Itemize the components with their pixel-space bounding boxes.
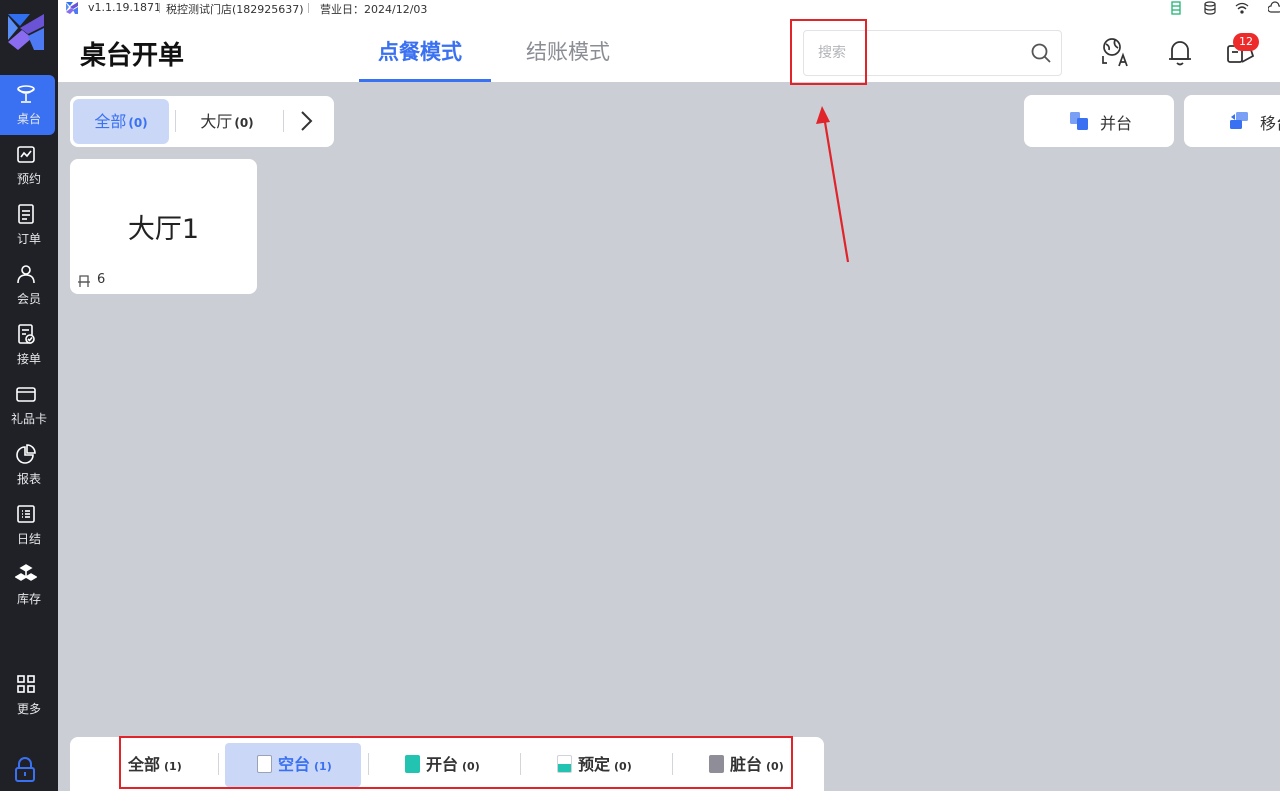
area-tab-label: 全部	[94, 112, 127, 131]
main-content: 全部(0) 大厅(0) 并台 移台	[58, 82, 1280, 791]
table-card[interactable]: 大厅1 6	[70, 159, 257, 294]
sidebar-item-members[interactable]: 会员	[0, 255, 58, 315]
notification-bell-icon[interactable]	[1165, 36, 1195, 68]
tab-order-mode[interactable]: 点餐模式	[378, 36, 462, 66]
annotation-arrow-icon	[816, 106, 850, 263]
server-status-icon	[1171, 1, 1181, 15]
gift-card-icon	[16, 387, 36, 402]
move-table-label: 移台	[1260, 114, 1280, 133]
sidebar-item-inventory[interactable]: 库存	[0, 555, 58, 615]
page-title: 桌台开单	[80, 41, 185, 71]
language-switch-icon[interactable]	[1101, 36, 1131, 68]
sidebar-item-label: 日结	[16, 532, 41, 546]
merge-table-button[interactable]: 并台	[1024, 95, 1174, 147]
business-day: 营业日：2024/12/03	[320, 3, 428, 16]
search-highlight-box	[790, 19, 867, 85]
inventory-boxes-icon	[15, 564, 37, 581]
move-table-icon	[1230, 112, 1248, 129]
app-logo-icon	[8, 14, 44, 50]
calendar-chart-icon	[17, 146, 35, 163]
sidebar-item-label: 订单	[16, 232, 41, 246]
notification-badge: 12	[1233, 33, 1259, 51]
area-tab-count: (0)	[128, 116, 148, 130]
area-tab-label: 大厅	[200, 112, 233, 131]
merge-table-label: 并台	[1100, 114, 1133, 133]
app-window: 桌台 预约 订单 会员 接单 礼品卡 报表 日结 库存 更多 v1.1.19.1…	[0, 0, 1280, 791]
app-version: v1.1.19.1871	[88, 1, 161, 14]
divider	[308, 3, 309, 13]
sidebar-item-label: 更多	[16, 702, 41, 716]
wifi-icon	[1235, 2, 1249, 14]
area-tab-hall[interactable]: 大厅 (0)	[182, 99, 272, 144]
status-strip: v1.1.19.1871 税控测试门店(182925637) 营业日：2024/…	[58, 0, 1280, 16]
sidebar-item-label: 会员	[16, 292, 41, 306]
sidebar-item-label: 桌台	[16, 112, 41, 126]
order-document-icon	[18, 204, 34, 224]
store-name: 税控测试门店(182925637)	[166, 3, 304, 16]
filter-highlight-box	[119, 736, 793, 789]
grid-more-icon	[17, 675, 35, 693]
pie-chart-icon	[16, 444, 36, 464]
sidebar-item-orders[interactable]: 订单	[0, 195, 58, 255]
daily-list-icon	[17, 505, 35, 523]
chevron-right-icon[interactable]	[298, 109, 314, 133]
area-tab-count: (0)	[234, 116, 254, 130]
table-lamp-icon	[17, 85, 35, 103]
sidebar-item-label: 库存	[16, 592, 41, 606]
sidebar-item-label: 接单	[16, 352, 41, 366]
divider	[283, 110, 284, 132]
app-mini-logo-icon	[66, 2, 78, 14]
sidebar-item-more[interactable]: 更多	[0, 665, 58, 725]
accept-order-icon	[18, 324, 35, 344]
divider	[159, 3, 160, 13]
sidebar-item-gift-card[interactable]: 礼品卡	[0, 375, 58, 435]
sidebar: 桌台 预约 订单 会员 接单 礼品卡 报表 日结 库存 更多	[0, 0, 58, 791]
sidebar-item-reservation[interactable]: 预约	[0, 135, 58, 195]
seat-icon	[78, 275, 90, 287]
search-icon[interactable]	[1030, 42, 1052, 64]
table-seats: 6	[97, 272, 106, 287]
area-tabs: 全部 (0) 大厅 (0)	[70, 96, 334, 147]
sidebar-item-label: 礼品卡	[10, 412, 47, 426]
member-person-icon	[17, 265, 35, 284]
sidebar-item-accept-orders[interactable]: 接单	[0, 315, 58, 375]
tab-checkout-mode[interactable]: 结账模式	[526, 36, 610, 66]
merge-table-icon	[1070, 112, 1088, 130]
table-name: 大厅1	[127, 214, 200, 245]
sidebar-item-reports[interactable]: 报表	[0, 435, 58, 495]
sidebar-item-daily-close[interactable]: 日结	[0, 495, 58, 555]
sidebar-item-label: 报表	[16, 472, 41, 486]
area-tab-all[interactable]: 全部 (0)	[73, 99, 169, 144]
move-table-button[interactable]: 移台	[1184, 95, 1280, 147]
cloud-icon	[1268, 1, 1280, 13]
divider	[175, 110, 176, 132]
sidebar-item-tables[interactable]: 桌台	[0, 75, 55, 135]
header: 桌台开单 点餐模式 结账模式	[58, 16, 1280, 82]
lock-icon[interactable]	[13, 757, 37, 783]
sidebar-item-label: 预约	[16, 172, 41, 186]
database-icon	[1204, 1, 1216, 15]
